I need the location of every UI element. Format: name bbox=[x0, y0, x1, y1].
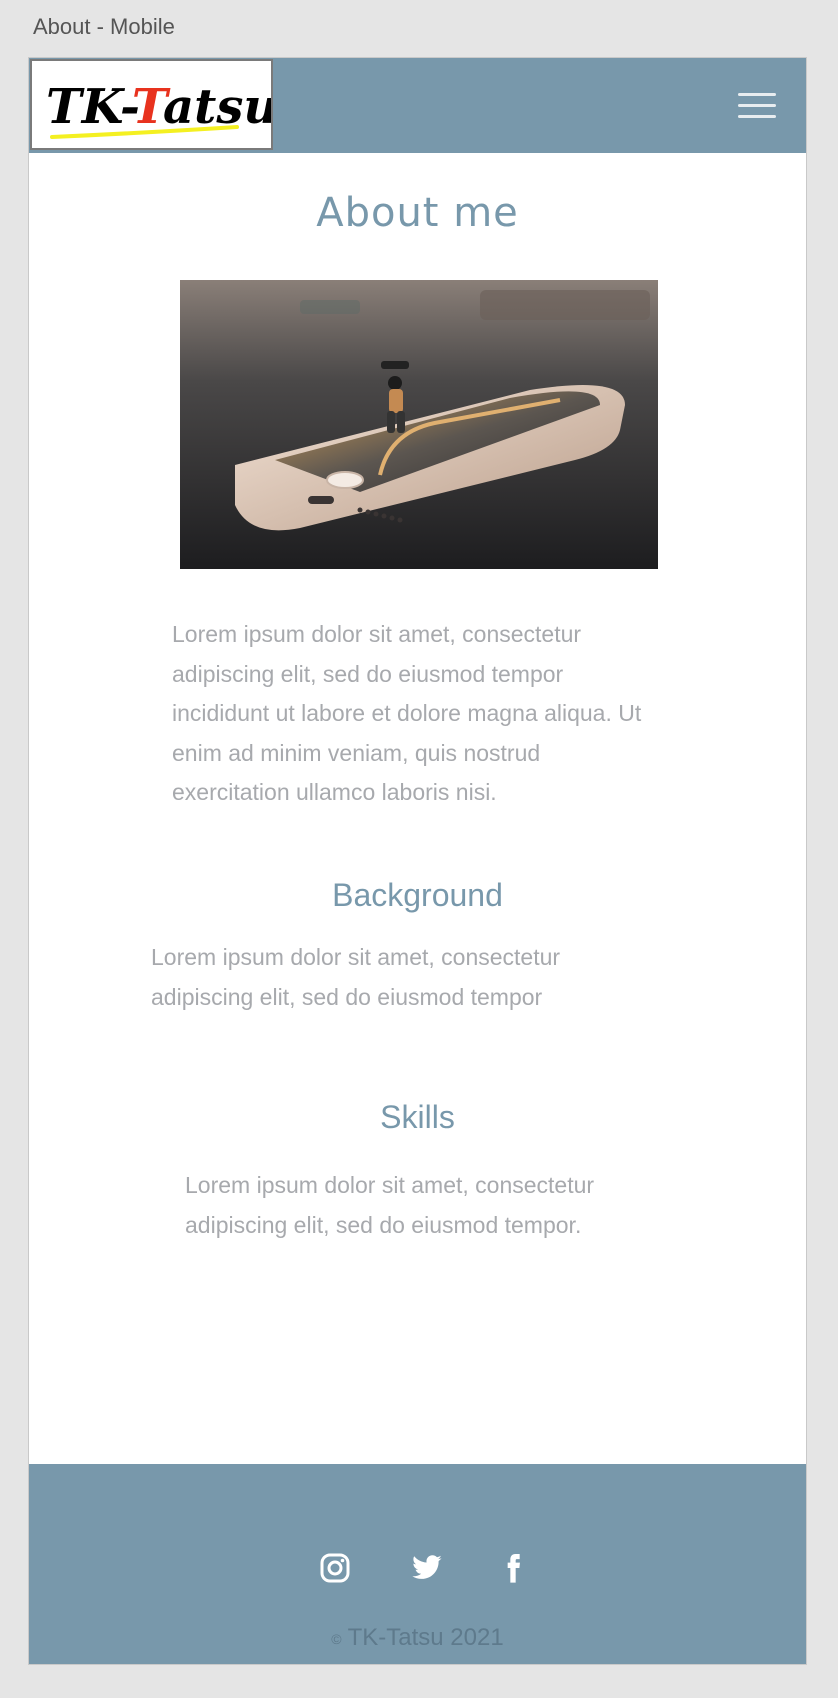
site-footer: © TK-Tatsu 2021 bbox=[29, 1464, 806, 1664]
hamburger-menu-icon[interactable] bbox=[738, 93, 776, 119]
background-paragraph: Lorem ipsum dolor sit amet, consectetur … bbox=[151, 944, 561, 1010]
instagram-icon[interactable] bbox=[319, 1552, 351, 1584]
facebook-icon[interactable] bbox=[497, 1552, 529, 1584]
logo-text-tk: TK- bbox=[46, 79, 138, 135]
logo-graphic: TK-Tatsu bbox=[46, 79, 271, 139]
mobile-frame: TK-Tatsu About me Lorem ipsum dolor sit … bbox=[28, 57, 807, 1665]
skills-paragraph: Lorem ipsum dolor sit amet, consectetur … bbox=[185, 1172, 595, 1238]
twitter-icon[interactable] bbox=[411, 1552, 443, 1584]
intro-paragraph: Lorem ipsum dolor sit amet, consectetur … bbox=[172, 621, 642, 805]
section-title-background: Background bbox=[332, 877, 503, 913]
section-title-skills: Skills bbox=[380, 1099, 455, 1135]
page-title: About me bbox=[316, 190, 519, 236]
site-header: TK-Tatsu bbox=[29, 58, 806, 153]
hero-image bbox=[180, 280, 658, 569]
artboard-label: About - Mobile bbox=[33, 14, 175, 39]
site-logo[interactable]: TK-Tatsu bbox=[30, 59, 273, 150]
copyright: © TK-Tatsu 2021 bbox=[29, 1624, 806, 1652]
copyright-symbol: © bbox=[331, 1630, 342, 1647]
copyright-text: TK-Tatsu 2021 bbox=[347, 1624, 504, 1651]
